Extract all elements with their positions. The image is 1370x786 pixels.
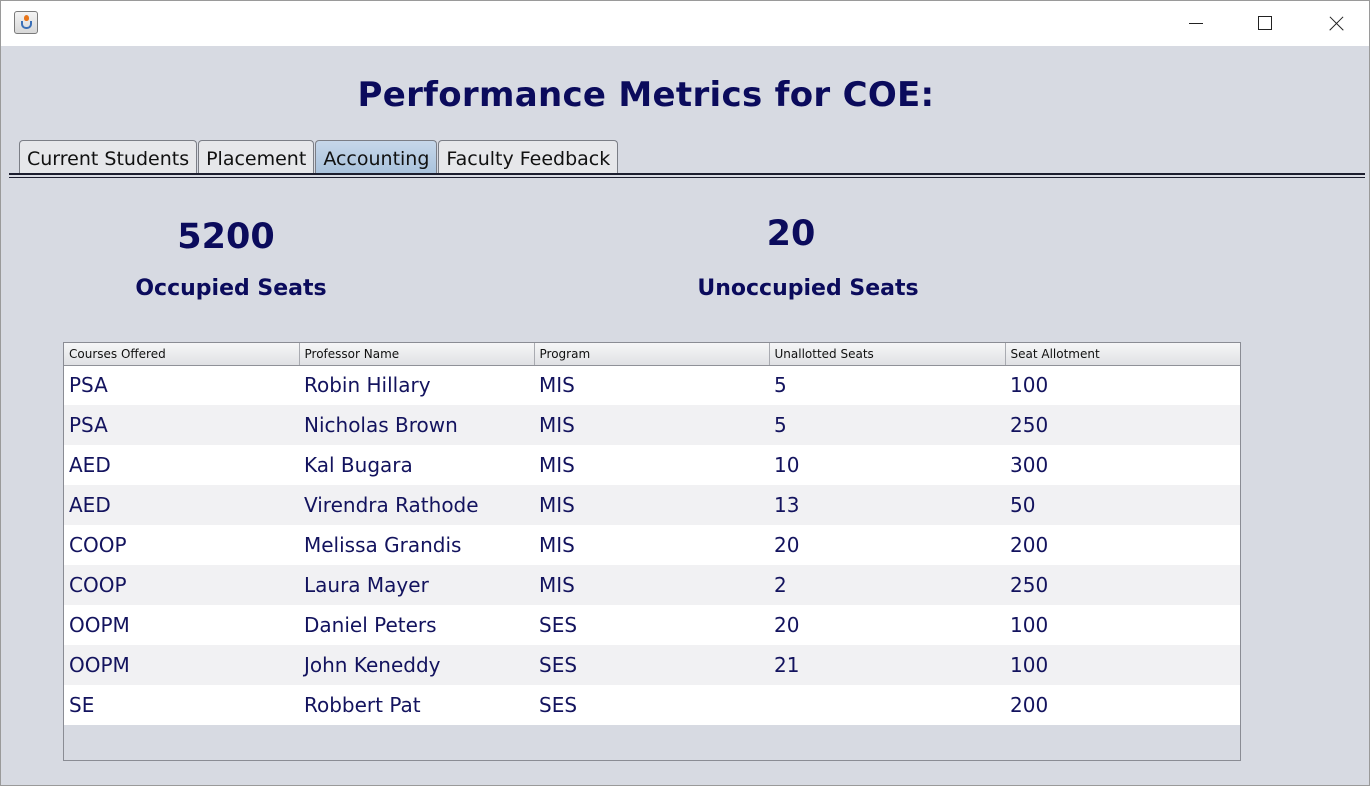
table-row[interactable]: PSA Nicholas Brown MIS 5 250: [64, 405, 1240, 445]
column-header-unallotted-seats[interactable]: Unallotted Seats: [769, 343, 1006, 366]
minimize-icon: [1189, 23, 1203, 24]
unallotted-seats-cell[interactable]: 20: [769, 605, 1005, 645]
professor-cell[interactable]: Robbert Pat: [299, 685, 534, 725]
java-cup-icon[interactable]: [14, 11, 38, 34]
table-row[interactable]: AED Virendra Rathode MIS 13 50: [64, 485, 1240, 525]
unallotted-seats-cell[interactable]: 5: [769, 365, 1005, 405]
title-bar[interactable]: [1, 1, 1369, 46]
program-cell[interactable]: MIS: [534, 445, 769, 485]
professor-cell[interactable]: Kal Bugara: [299, 445, 534, 485]
program-cell[interactable]: MIS: [534, 565, 769, 605]
course-cell[interactable]: COOP: [64, 525, 299, 565]
table-row[interactable]: OOPM John Keneddy SES 21 100: [64, 645, 1240, 685]
seat-allotment-cell[interactable]: 200: [1005, 525, 1240, 565]
seat-allotment-cell[interactable]: 300: [1005, 445, 1240, 485]
occupied-seats-value: 5200: [177, 217, 275, 257]
seat-allotment-cell[interactable]: 50: [1005, 485, 1240, 525]
unallotted-seats-cell[interactable]: 5: [769, 405, 1005, 445]
course-cell[interactable]: SE: [64, 685, 299, 725]
tab-current-students[interactable]: Current Students: [19, 140, 198, 174]
unallotted-seats-cell[interactable]: 10: [769, 445, 1005, 485]
program-cell[interactable]: MIS: [534, 365, 769, 405]
table-body: PSA Robin Hillary MIS 5 100 PSA Nicholas Brown…: [64, 365, 1240, 725]
table-row[interactable]: OOPM Daniel Peters SES 20 100: [64, 605, 1240, 645]
column-header-program[interactable]: Program: [534, 343, 770, 366]
tab-faculty-feedback[interactable]: Faculty Feedback: [438, 140, 619, 174]
tab-divider: [9, 173, 1365, 175]
unallotted-seats-cell[interactable]: [769, 685, 1005, 725]
course-cell[interactable]: AED: [64, 445, 299, 485]
professor-cell[interactable]: Virendra Rathode: [299, 485, 534, 525]
maximize-button[interactable]: [1231, 1, 1301, 46]
program-cell[interactable]: SES: [534, 685, 769, 725]
unoccupied-seats-label: Unoccupied Seats: [697, 276, 919, 301]
course-cell[interactable]: COOP: [64, 565, 299, 605]
program-cell[interactable]: MIS: [534, 485, 769, 525]
table-row[interactable]: AED Kal Bugara MIS 10 300: [64, 445, 1240, 485]
seat-allotment-cell[interactable]: 100: [1005, 645, 1240, 685]
seat-allotment-cell[interactable]: 250: [1005, 405, 1240, 445]
program-cell[interactable]: SES: [534, 645, 769, 685]
unallotted-seats-cell[interactable]: 20: [769, 525, 1005, 565]
professor-cell[interactable]: John Keneddy: [299, 645, 534, 685]
occupied-seats-label: Occupied Seats: [135, 276, 327, 301]
course-cell[interactable]: AED: [64, 485, 299, 525]
page-title: Performance Metrics for COE:: [357, 75, 935, 115]
table-row[interactable]: COOP Melissa Grandis MIS 20 200: [64, 525, 1240, 565]
unallotted-seats-cell[interactable]: 2: [769, 565, 1005, 605]
maximize-icon: [1258, 16, 1272, 30]
column-header-seat-allotment[interactable]: Seat Allotment: [1005, 343, 1240, 366]
tab-divider: [9, 177, 1365, 178]
program-cell[interactable]: SES: [534, 605, 769, 645]
table-header-row: Courses Offered Professor Name Program U…: [64, 343, 1240, 366]
table-row[interactable]: PSA Robin Hillary MIS 5 100: [64, 365, 1240, 405]
seat-allotment-cell[interactable]: 250: [1005, 565, 1240, 605]
professor-cell[interactable]: Melissa Grandis: [299, 525, 534, 565]
courses-table[interactable]: Courses Offered Professor Name Program U…: [63, 342, 1241, 761]
seat-allotment-cell[interactable]: 100: [1005, 605, 1240, 645]
course-cell[interactable]: PSA: [64, 405, 299, 445]
table-row[interactable]: COOP Laura Mayer MIS 2 250: [64, 565, 1240, 605]
tab-placement[interactable]: Placement: [198, 140, 315, 174]
course-cell[interactable]: PSA: [64, 365, 299, 405]
tab-bar: Current Students Placement Accounting Fa…: [19, 140, 619, 174]
program-cell[interactable]: MIS: [534, 405, 769, 445]
unallotted-seats-cell[interactable]: 21: [769, 645, 1005, 685]
professor-cell[interactable]: Laura Mayer: [299, 565, 534, 605]
column-header-courses-offered[interactable]: Courses Offered: [64, 343, 300, 366]
seat-allotment-cell[interactable]: 100: [1005, 365, 1240, 405]
minimize-button[interactable]: [1161, 1, 1231, 46]
professor-cell[interactable]: Robin Hillary: [299, 365, 534, 405]
table-row[interactable]: SE Robbert Pat SES 200: [64, 685, 1240, 725]
course-cell[interactable]: OOPM: [64, 645, 299, 685]
close-button[interactable]: [1301, 1, 1369, 46]
app-window: Performance Metrics for COE: Current Stu…: [0, 0, 1370, 786]
program-cell[interactable]: MIS: [534, 525, 769, 565]
tab-accounting[interactable]: Accounting: [315, 140, 438, 174]
professor-cell[interactable]: Daniel Peters: [299, 605, 534, 645]
professor-cell[interactable]: Nicholas Brown: [299, 405, 534, 445]
unoccupied-seats-value: 20: [766, 214, 816, 254]
unallotted-seats-cell[interactable]: 13: [769, 485, 1005, 525]
course-cell[interactable]: OOPM: [64, 605, 299, 645]
seat-allotment-cell[interactable]: 200: [1005, 685, 1240, 725]
column-header-professor-name[interactable]: Professor Name: [299, 343, 535, 366]
